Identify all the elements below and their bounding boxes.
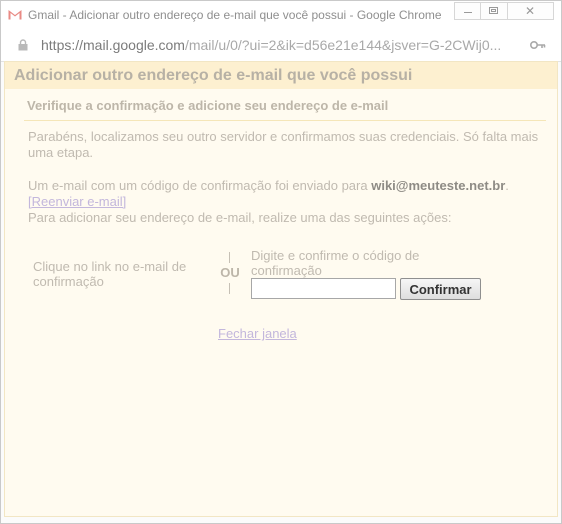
window-title: Gmail - Adicionar outro endereço de e-ma… bbox=[28, 8, 442, 22]
key-icon[interactable] bbox=[530, 40, 546, 50]
gmail-icon bbox=[8, 10, 22, 20]
dialog-title: Adicionar outro endereço de e-mail que v… bbox=[14, 67, 413, 84]
resend-email-link[interactable]: [Reenviar e-mail] bbox=[28, 194, 126, 209]
confirmation-sent-message: Um e-mail com um código de confirmação f… bbox=[28, 178, 548, 226]
minimize-icon bbox=[464, 12, 472, 13]
lock-icon bbox=[18, 39, 28, 51]
dialog-header: Adicionar outro endereço de e-mail que v… bbox=[5, 62, 557, 89]
restore-icon bbox=[491, 9, 496, 12]
dialog-subtitle: Verifique a confirmação e adicione seu e… bbox=[27, 98, 389, 113]
or-divider-top bbox=[229, 252, 230, 263]
or-label: OU bbox=[220, 265, 240, 280]
or-divider-bottom bbox=[229, 283, 230, 294]
close-window-button[interactable]: ✕ bbox=[508, 2, 554, 20]
option-click-link: Clique no link no e-mail de confirmação bbox=[33, 259, 187, 289]
maximize-button[interactable] bbox=[481, 2, 508, 20]
sent-text-end: . bbox=[505, 178, 509, 193]
url-host: https://mail.google.com bbox=[41, 37, 185, 53]
close-window-link[interactable]: Fechar janela bbox=[218, 326, 297, 341]
divider bbox=[24, 120, 546, 121]
minimize-button[interactable] bbox=[454, 2, 481, 20]
option-enter-code: Digite e confirme o código de confirmaçã… bbox=[251, 248, 420, 278]
address-bar: https://mail.google.com/mail/u/0/?ui=2&i… bbox=[1, 29, 561, 62]
close-icon: ✕ bbox=[524, 4, 536, 18]
browser-popup-window: Gmail - Adicionar outro endereço de e-ma… bbox=[0, 0, 562, 524]
actions-instruction: Para adicionar seu endereço de e-mail, r… bbox=[28, 210, 452, 225]
confirmation-code-input[interactable] bbox=[251, 278, 396, 299]
url-path: /mail/u/0/?ui=2&ik=d56e21e144&jsver=G-2C… bbox=[184, 37, 502, 53]
title-bar: Gmail - Adicionar outro endereço de e-ma… bbox=[1, 1, 561, 29]
url-field[interactable]: https://mail.google.com/mail/u/0/?ui=2&i… bbox=[41, 37, 519, 53]
add-email-dialog: Adicionar outro endereço de e-mail que v… bbox=[4, 61, 558, 517]
success-message: Parabéns, localizamos seu outro servidor… bbox=[28, 129, 539, 160]
confirm-button[interactable]: Confirmar bbox=[400, 278, 481, 300]
email-address: wiki@meuteste.net.br bbox=[371, 178, 506, 193]
sent-text: Um e-mail com um código de confirmação f… bbox=[28, 178, 372, 193]
